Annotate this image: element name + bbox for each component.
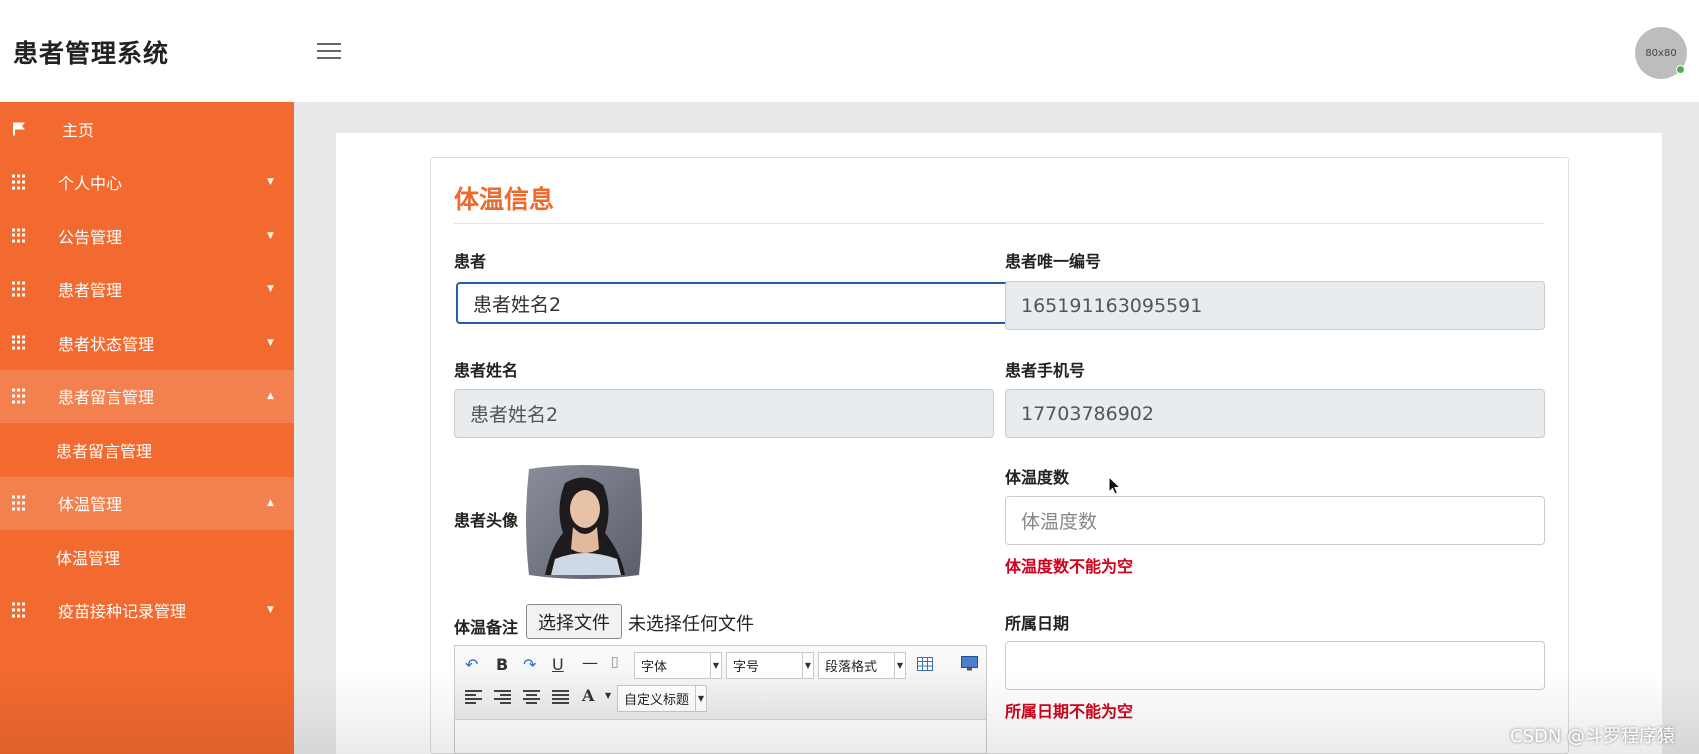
preview-icon[interactable] [961,656,978,671]
table-icon[interactable] [917,657,933,671]
chevron-down-icon: ▼ [267,337,274,348]
underline-icon[interactable]: U [552,655,564,674]
custom-title-value: 自定义标题 [624,693,690,708]
choose-file-button[interactable]: 选择文件 [526,604,622,639]
chevron-down-icon: ▼ [267,284,274,295]
watermark: CSDN @斗罗程序猿 [1510,726,1676,747]
patient-label: 患者 [454,252,487,271]
sidebar-item-notice[interactable]: 公告管理 ▼ [0,209,294,263]
align-center-icon[interactable] [523,690,540,704]
sidebar-item-patient-messages[interactable]: 患者留言管理 ▲ [0,369,294,423]
grid-icon [12,228,27,243]
date-error: 所属日期不能为空 [1005,702,1134,721]
sidebar-item-vaccination[interactable]: 疫苗接种记录管理 ▼ [0,584,294,638]
chevron-down-icon: ▼ [267,177,274,188]
sidebar-item-patients[interactable]: 患者管理 ▼ [0,263,294,317]
mouse-cursor-icon [1108,476,1122,495]
font-size-value: 字号 [733,660,760,675]
online-status-dot [1676,65,1685,74]
patient-phone-field[interactable]: 17703786902 [1005,389,1545,438]
patient-id-label: 患者唯一编号 [1005,252,1102,271]
font-color-icon[interactable]: A [582,686,594,705]
sidebar-item-label: 患者状态管理 [58,334,155,354]
grid-icon [12,602,27,618]
title-divider [454,223,1544,224]
chevron-down-icon[interactable]: ▼ [605,691,611,700]
rich-text-editor[interactable]: ↶ B ↷ U — ▯ 字体 ▼ 字号 ▼ 段落格式 ▼ A ▼ 自定义标题 ▼ [454,645,987,754]
bold-icon[interactable]: B [496,655,508,674]
sidebar-item-label: 患者管理 [58,281,123,301]
sidebar-subitem-patient-messages[interactable]: 患者留言管理 [0,423,294,477]
patient-name-label: 患者姓名 [454,361,519,380]
undo-icon[interactable]: ↶ [465,655,478,674]
chevron-down-icon: ▼ [894,653,905,678]
grid-icon [12,281,27,297]
form-title: 体温信息 [454,185,555,214]
sidebar-item-temperature[interactable]: 体温管理 ▲ [0,476,294,530]
sidebar-item-personal-center[interactable]: 个人中心 ▼ [0,156,294,210]
font-size-select[interactable]: 字号 ▼ [726,652,814,679]
chevron-down-icon: ▼ [710,653,721,678]
temperature-input[interactable]: 体温度数 [1005,496,1545,545]
paragraph-format-value: 段落格式 [825,660,878,675]
patient-select[interactable]: 患者姓名2 [456,282,1009,324]
menu-toggle-icon[interactable] [317,43,341,61]
patient-name-field[interactable]: 患者姓名2 [454,389,994,438]
patient-photo [526,465,642,579]
redo-icon[interactable]: ↷ [523,655,536,674]
grid-icon [12,495,27,511]
temperature-label: 体温度数 [1005,468,1070,487]
patient-phone-label: 患者手机号 [1005,361,1086,380]
remark-label: 体温备注 [454,618,519,637]
paragraph-format-select[interactable]: 段落格式 ▼ [818,652,906,679]
chevron-down-icon: ▼ [695,686,706,711]
chevron-up-icon: ▲ [267,498,274,509]
sidebar-subitem-temperature[interactable]: 体温管理 [0,530,294,584]
app-title: 患者管理系统 [13,39,170,68]
date-label: 所属日期 [1005,614,1070,633]
font-family-value: 字体 [641,660,668,675]
sidebar-item-label: 主页 [62,120,95,140]
chevron-up-icon: ▲ [267,391,274,402]
sidebar-item-patient-status[interactable]: 患者状态管理 ▼ [0,316,294,370]
grid-icon [12,335,27,350]
patient-id-field[interactable]: 165191163095591 [1005,281,1545,330]
chevron-down-icon: ▼ [802,653,813,678]
custom-title-select[interactable]: 自定义标题 ▼ [617,685,707,712]
align-justify-icon[interactable] [552,690,569,704]
avatar-label: 患者头像 [454,511,519,530]
sidebar-item-label: 公告管理 [58,227,123,247]
align-right-icon[interactable] [494,690,511,704]
grid-icon [12,388,27,404]
sidebar-item-label: 体温管理 [58,495,123,515]
temperature-error: 体温度数不能为空 [1005,557,1134,576]
top-bar [0,0,1699,102]
flag-icon [13,122,25,136]
page-icon[interactable]: ▯ [611,654,619,670]
editor-toolbar: ↶ B ↷ U — ▯ 字体 ▼ 字号 ▼ 段落格式 ▼ A ▼ 自定义标题 ▼ [455,646,986,720]
sidebar-item-home[interactable]: 主页 [0,102,294,156]
sidebar-item-label: 疫苗接种记录管理 [58,602,187,622]
align-left-icon[interactable] [465,690,482,704]
grid-icon [12,174,27,190]
font-family-select[interactable]: 字体 ▼ [634,652,722,679]
horizontal-rule-icon[interactable]: — [582,653,598,672]
file-status-text: 未选择任何文件 [628,614,754,635]
chevron-down-icon: ▼ [267,230,274,241]
chevron-down-icon: ▼ [267,605,274,616]
sidebar: 主页 个人中心 ▼ 公告管理 ▼ 患者管理 ▼ 患者状态管理 ▼ 患者留言管理 … [0,102,294,754]
date-input[interactable] [1005,641,1545,690]
sidebar-item-label: 个人中心 [58,174,123,194]
sidebar-item-label: 患者留言管理 [58,388,155,408]
